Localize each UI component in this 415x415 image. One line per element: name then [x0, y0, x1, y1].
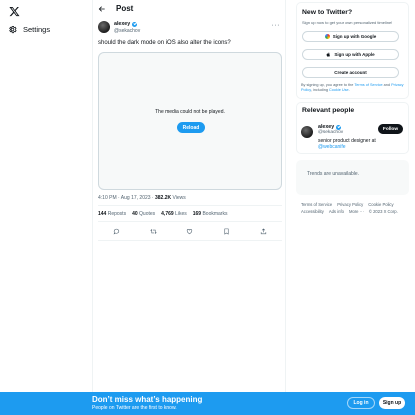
avatar[interactable]: [98, 21, 110, 33]
quotes-label: Quotes: [137, 211, 156, 217]
footer-link[interactable]: Privacy Policy: [337, 202, 363, 207]
likes-count: 4,769: [161, 211, 174, 217]
more-options-button[interactable]: ···: [272, 22, 281, 29]
signup-subtitle: Sign up now to get your own personalized…: [302, 20, 393, 25]
follow-button[interactable]: Follow: [378, 124, 403, 134]
post-header: Post: [93, 0, 287, 18]
divider: [98, 221, 282, 222]
footer-link[interactable]: Terms of Service: [301, 202, 332, 207]
author-name-row[interactable]: alexey: [114, 21, 138, 27]
bookmarks-count: 169: [192, 211, 202, 217]
nav-item-settings-label: Settings: [23, 24, 51, 34]
footer-line-2: Accessibility Ads info More ··· © 2023 X Co…: [301, 208, 409, 215]
x-logo-icon[interactable]: [8, 5, 20, 17]
apple-signup-button[interactable]: Sign up with Apple: [302, 49, 399, 60]
apple-icon: [326, 52, 331, 57]
relevant-people-title: Relevant people: [302, 107, 355, 114]
cookie-link[interactable]: Cookie Use: [329, 88, 349, 92]
tweet-meta: 4:10 PM · Aug 17, 2023 · 382.2K Views: [98, 195, 186, 201]
bookmark-button[interactable]: [222, 226, 232, 236]
verified-badge-icon: [132, 21, 138, 27]
bookmarks-label: Bookmarks: [201, 211, 228, 217]
tweet-author: alexey @sekachov ···: [98, 21, 282, 35]
bookmarks-stat[interactable]: 169 Bookmarks: [193, 211, 228, 217]
divider: [98, 205, 282, 206]
tweet-text: should the dark mode on iOS also alter t…: [98, 40, 231, 46]
banner-subtitle: People on Twitter are the first to know.: [92, 405, 177, 411]
author-name: alexey: [114, 21, 131, 27]
google-icon: [324, 34, 330, 39]
login-button[interactable]: Log in: [347, 397, 375, 409]
footer-links: Terms of Service Privacy Policy Cookie Pol…: [301, 201, 409, 215]
footer-more-link[interactable]: More ···: [349, 209, 364, 214]
trends-card: [296, 160, 409, 195]
relevant-handle[interactable]: @sekachov: [318, 130, 343, 135]
share-icon: [260, 227, 267, 234]
divider: [98, 240, 282, 241]
trends-unavailable: Trends are unavailable.: [307, 171, 360, 177]
heart-icon: [187, 228, 193, 234]
back-button[interactable]: [97, 4, 107, 14]
reply-icon: [113, 228, 120, 235]
views-count: 382.2K: [154, 195, 172, 201]
tweet-time[interactable]: 4:10 PM · Aug 17, 2023 ·: [98, 195, 155, 201]
media-player: The media could not be played. Reload: [98, 52, 282, 190]
reposts-label: Reposts: [106, 211, 127, 217]
banner-title: Don’t miss what’s happening: [92, 395, 203, 404]
quotes-stat[interactable]: 40 Quotes: [132, 211, 155, 217]
nav-item-settings[interactable]: Settings: [8, 22, 50, 36]
relevant-bio-link[interactable]: @webcanife: [318, 144, 346, 150]
author-handle[interactable]: @sekachov: [114, 28, 140, 34]
signup-card: New to Twitter? Sign up now to get your …: [296, 2, 409, 99]
reload-button[interactable]: Reload: [177, 122, 205, 133]
reply-button[interactable]: [111, 226, 121, 236]
legal-prefix: By signing up, you agree to the: [301, 83, 355, 87]
share-button[interactable]: [259, 226, 269, 236]
repost-button[interactable]: [148, 226, 158, 236]
legal-including: , including: [310, 88, 330, 92]
tweet-stats: 144 Reposts 40 Quotes 4,769 Likes 169 Bo…: [98, 211, 227, 217]
create-account-button[interactable]: Create account: [302, 67, 399, 78]
relevant-bio: senior product designer at @webcanife: [318, 138, 376, 150]
legal-period: .: [348, 88, 350, 92]
signup-banner: Don’t miss what’s happening People on Tw…: [0, 392, 415, 415]
bookmark-icon: [224, 228, 229, 235]
media-error-message: The media could not be played.: [155, 109, 225, 115]
footer-link[interactable]: Accessibility: [301, 209, 324, 214]
reposts-stat[interactable]: 144 Reposts: [98, 211, 126, 217]
copyright: © 2023 X Corp.: [368, 209, 398, 214]
footer-link[interactable]: Cookie Policy: [368, 202, 393, 207]
tweet-actions: [98, 226, 282, 236]
signup-title: New to Twitter?: [302, 9, 353, 16]
signup-legal: By signing up, you agree to the Terms of…: [301, 83, 407, 93]
gear-icon: [9, 25, 17, 33]
signup-button[interactable]: Sign up: [379, 397, 405, 409]
likes-label: Likes: [173, 211, 187, 217]
footer-link[interactable]: Ads info: [329, 209, 344, 214]
like-button[interactable]: [185, 226, 195, 236]
post-column: Post alexey @sekachov ··· should the dar…: [92, 0, 286, 392]
relevant-avatar[interactable]: [301, 126, 313, 138]
terms-link[interactable]: Terms of Service: [354, 83, 382, 87]
google-signup-button[interactable]: Sign up with Google: [302, 31, 399, 42]
arrow-left-icon: [98, 6, 105, 12]
verified-badge-icon: [336, 124, 342, 130]
likes-stat[interactable]: 4,769 Likes: [161, 211, 187, 217]
apple-signup-label: Sign up with Apple: [334, 52, 375, 57]
google-signup-label: Sign up with Google: [332, 34, 377, 39]
left-nav: Settings: [0, 0, 92, 415]
views-label: Views: [171, 195, 186, 201]
legal-and: and: [382, 83, 392, 87]
footer-line-1: Terms of Service Privacy Policy Cookie Pol…: [301, 201, 409, 208]
repost-icon: [149, 228, 157, 234]
page-title: Post: [116, 4, 134, 13]
